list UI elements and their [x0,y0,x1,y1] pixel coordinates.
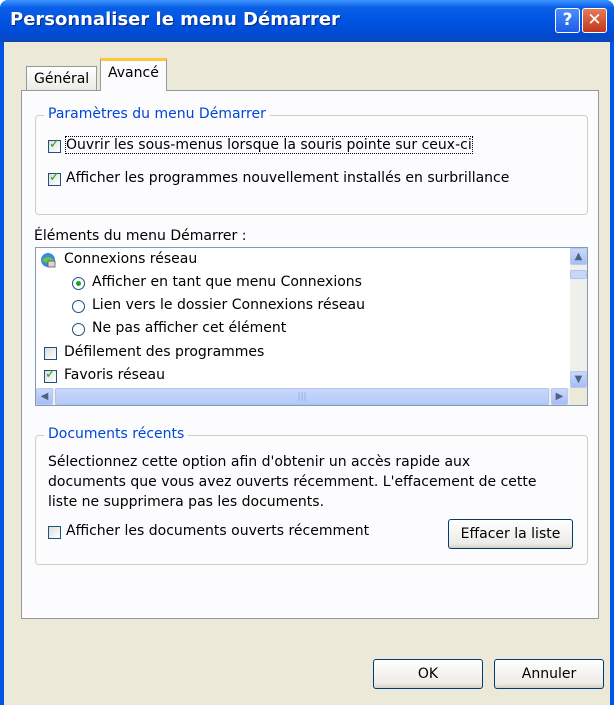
scroll-down-icon[interactable]: ▼ [570,371,587,388]
clear-list-button[interactable]: Effacer la liste [448,519,573,549]
window-title: Personnaliser le menu Démarrer [10,9,340,30]
scroll-programs-checkbox[interactable] [44,347,57,360]
vertical-scroll-thumb[interactable] [570,270,587,279]
horizontal-scrollbar[interactable]: ◀ ||| ▶ [36,388,570,405]
radio-show-as-menu[interactable] [72,277,85,290]
scroll-right-icon[interactable]: ▶ [551,388,568,405]
list-item[interactable]: Ne pas afficher cet élément [92,320,286,336]
horizontal-scroll-thumb[interactable]: ||| [55,388,549,405]
highlight-new-programs-label[interactable]: Afficher les programmes nouvellement ins… [66,170,509,186]
show-recent-docs-label[interactable]: Afficher les documents ouverts récemment [66,523,369,539]
radio-link-to-folder[interactable] [72,300,85,313]
open-submenus-checkbox[interactable] [48,137,61,153]
scroll-up-icon[interactable]: ▲ [570,248,587,265]
tab-avance[interactable]: Avancé [100,58,167,91]
show-recent-docs-checkbox[interactable] [48,526,61,539]
items-label: Éléments du menu Démarrer : [34,228,247,244]
help-button[interactable]: ? [555,8,580,33]
recent-docs-description-line: documents que vous avez ouverts récemmen… [48,474,537,490]
list-item[interactable]: Défilement des programmes [64,344,264,360]
vertical-scrollbar[interactable]: ▲ ▼ [570,248,587,388]
recent-docs-description-line: Sélectionnez cette option afin d'obtenir… [48,454,471,470]
recent-docs-description-line: liste ne supprimera pas les documents. [48,494,325,510]
network-places-checkbox[interactable] [44,367,57,383]
start-menu-settings-group: Paramètres du menu Démarrer Ouvrir les s… [35,106,588,215]
highlight-new-programs-checkbox[interactable] [48,170,61,186]
list-item[interactable]: Connexions réseau [64,251,197,267]
dialog-window: Personnaliser le menu Démarrer ? ✕ Génér… [0,0,614,705]
recent-documents-group: Documents récents Sélectionnez cette opt… [35,426,588,565]
tab-general[interactable]: Général [26,66,98,90]
list-item[interactable]: Favoris réseau [64,367,165,383]
list-item[interactable]: Afficher en tant que menu Connexions [92,274,362,290]
tab-page-advanced: Paramètres du menu Démarrer Ouvrir les s… [21,90,599,619]
group-legend-start-settings: Paramètres du menu Démarrer [44,106,270,122]
open-submenus-label[interactable]: Ouvrir les sous-menus lorsque la souris … [65,136,473,154]
radio-do-not-show[interactable] [72,323,85,336]
scroll-corner [570,388,587,405]
start-menu-items-list[interactable]: Connexions réseau Afficher en tant que m… [35,247,588,406]
close-button[interactable]: ✕ [582,8,607,33]
list-item[interactable]: Lien vers le dossier Connexions réseau [92,297,365,313]
title-bar[interactable]: Personnaliser le menu Démarrer ? ✕ [0,0,614,42]
network-connections-icon [41,253,56,268]
cancel-button[interactable]: Annuler [494,659,604,689]
ok-button[interactable]: OK [373,659,483,689]
dialog-body: Général Avancé Paramètres du menu Démarr… [4,42,610,705]
scroll-left-icon[interactable]: ◀ [36,388,53,405]
group-legend-recent-docs: Documents récents [44,426,189,442]
